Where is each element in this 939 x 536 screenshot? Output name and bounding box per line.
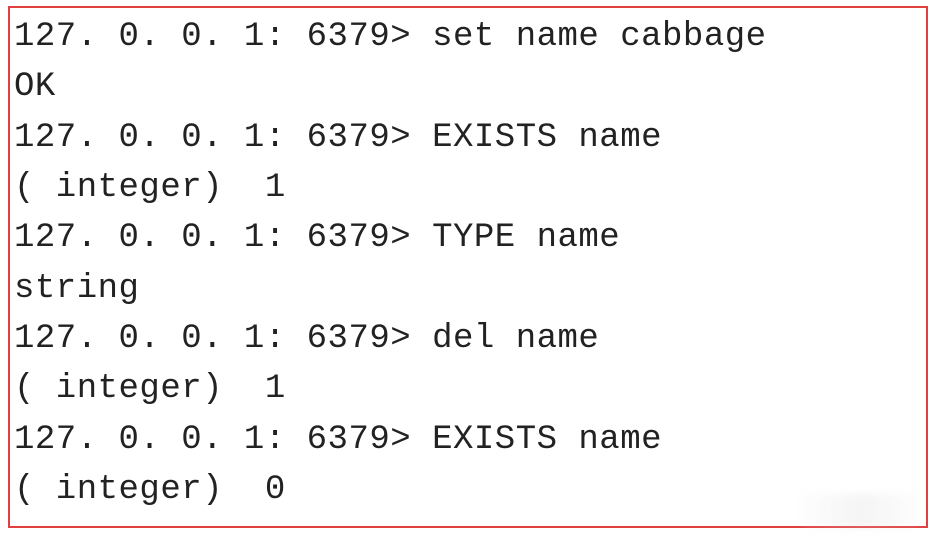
- prompt: 127. 0. 0. 1: 6379>: [14, 219, 432, 257]
- terminal-output-1: OK: [14, 62, 922, 112]
- terminal-command-3: TYPE name: [432, 219, 620, 257]
- terminal-line-4: 127. 0. 0. 1: 6379> del name: [14, 314, 922, 364]
- terminal-command-5: EXISTS name: [432, 421, 662, 459]
- terminal-line-1: 127. 0. 0. 1: 6379> set name cabbage: [14, 12, 922, 62]
- terminal-window[interactable]: 127. 0. 0. 1: 6379> set name cabbage OK …: [8, 6, 928, 528]
- prompt: 127. 0. 0. 1: 6379>: [14, 18, 432, 56]
- terminal-line-3: 127. 0. 0. 1: 6379> TYPE name: [14, 213, 922, 263]
- prompt: 127. 0. 0. 1: 6379>: [14, 119, 432, 157]
- terminal-output-5: ( integer) 0: [14, 465, 922, 515]
- terminal-output-3: string: [14, 264, 922, 314]
- terminal-command-2: EXISTS name: [432, 119, 662, 157]
- terminal-line-5: 127. 0. 0. 1: 6379> EXISTS name: [14, 415, 922, 465]
- terminal-command-1: set name cabbage: [432, 18, 766, 56]
- prompt: 127. 0. 0. 1: 6379>: [14, 421, 432, 459]
- terminal-output-2: ( integer) 1: [14, 163, 922, 213]
- terminal-output-4: ( integer) 1: [14, 364, 922, 414]
- terminal-line-2: 127. 0. 0. 1: 6379> EXISTS name: [14, 113, 922, 163]
- prompt: 127. 0. 0. 1: 6379>: [14, 320, 432, 358]
- terminal-command-4: del name: [432, 320, 599, 358]
